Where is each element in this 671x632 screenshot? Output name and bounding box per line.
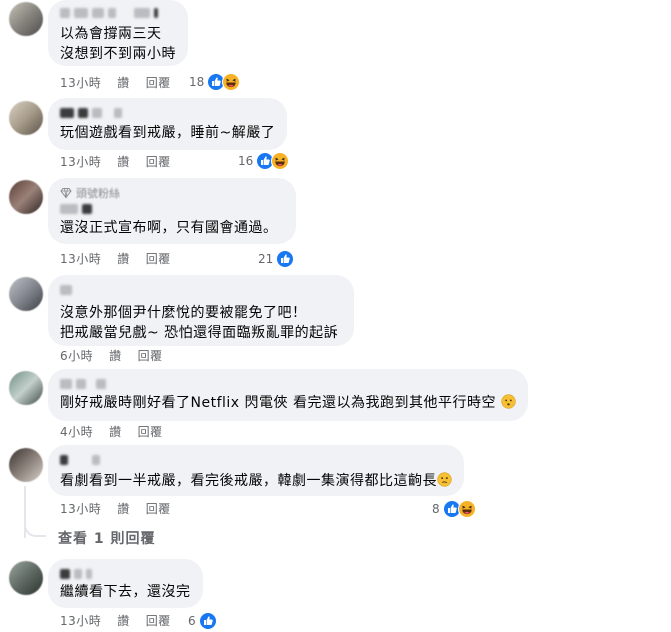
comment-bubble: 繼續看下去，還沒完 xyxy=(48,559,203,608)
avatar[interactable] xyxy=(9,101,43,135)
comment-time[interactable]: 13小時 xyxy=(60,251,101,267)
reply-button[interactable]: 回覆 xyxy=(146,613,171,629)
avatar[interactable] xyxy=(9,561,43,595)
comment-actions: 13小時 讚 回覆 xyxy=(60,501,171,517)
avatar[interactable] xyxy=(9,2,43,36)
like-button[interactable]: 讚 xyxy=(117,251,130,267)
top-fan-label: 頭號粉絲 xyxy=(76,187,120,200)
commenter-name-redacted[interactable] xyxy=(60,283,342,297)
commenter-name-redacted[interactable] xyxy=(60,453,452,467)
commenter-name-redacted[interactable] xyxy=(60,6,176,20)
like-button[interactable]: 讚 xyxy=(117,501,130,517)
comment-bubble: 以為會撐兩三天 沒想到不到兩小時 xyxy=(48,0,188,66)
comment-time[interactable]: 4小時 xyxy=(60,424,93,440)
comment-actions: 13小時 讚 回覆 xyxy=(60,613,171,629)
like-icon xyxy=(198,612,217,630)
reaction-summary[interactable]: 8 xyxy=(432,500,476,518)
comment-bubble: 頭號粉絲 還沒正式宣布啊，只有國會通過。 xyxy=(48,178,296,244)
haha-icon xyxy=(271,152,290,170)
comment-text: 還沒正式宣布啊，只有國會通過。 xyxy=(60,220,278,236)
comment-actions: 13小時 讚 回覆 xyxy=(60,154,171,170)
reaction-summary[interactable]: 6 xyxy=(188,612,217,630)
avatar[interactable] xyxy=(9,277,43,311)
comment-bubble: 玩個遊戲看到戒嚴，睡前~解嚴了 xyxy=(48,98,288,150)
commenter-name-redacted[interactable] xyxy=(60,106,275,120)
commenter-name-redacted[interactable] xyxy=(60,377,516,391)
commenter-name-redacted[interactable] xyxy=(60,202,284,216)
comment-actions: 13小時 讚 回覆 xyxy=(60,75,171,91)
like-icon xyxy=(276,250,295,268)
comment-actions: 4小時 讚 回覆 xyxy=(60,424,163,440)
like-button[interactable]: 讚 xyxy=(117,613,130,629)
avatar[interactable] xyxy=(9,180,43,214)
like-button[interactable]: 讚 xyxy=(109,348,122,364)
comment-actions: 13小時 讚 回覆 xyxy=(60,251,171,267)
comment-text: 玩個遊戲看到戒嚴，睡前~解嚴了 xyxy=(60,125,276,141)
reply-button[interactable]: 回覆 xyxy=(138,424,163,440)
reply-thread-connector xyxy=(24,523,46,537)
reply-button[interactable]: 回覆 xyxy=(146,501,171,517)
diamond-icon xyxy=(60,188,72,199)
comment-text: 剛好戒嚴時剛好看了Netflix 閃電俠 看完還以為我跑到其他平行時空 xyxy=(60,393,516,413)
reaction-count: 6 xyxy=(188,614,196,628)
view-replies-link[interactable]: 查看 1 則回覆 xyxy=(58,528,156,548)
reaction-summary[interactable]: 16 xyxy=(238,152,290,170)
comment-text: 沒意外那個尹什麼悅的要被罷免了吧！ 把戒嚴當兒戲~ 恐怕還得面臨叛亂罪的起訴 xyxy=(60,305,339,341)
reply-button[interactable]: 回覆 xyxy=(146,75,171,91)
like-button[interactable]: 讚 xyxy=(109,424,122,440)
comment-text: 以為會撐兩三天 沒想到不到兩小時 xyxy=(60,26,176,62)
reaction-count: 18 xyxy=(189,75,205,89)
reaction-count: 8 xyxy=(432,502,440,516)
comment-time[interactable]: 6小時 xyxy=(60,348,93,364)
comment-bubble: 看劇看到一半戒嚴，看完後戒嚴，韓劇一集演得都比這齣長 xyxy=(48,445,464,496)
avatar[interactable] xyxy=(9,448,43,482)
avatar[interactable] xyxy=(9,371,43,405)
reply-button[interactable]: 回覆 xyxy=(146,251,171,267)
reaction-summary[interactable]: 18 xyxy=(189,73,241,91)
reply-button[interactable]: 回覆 xyxy=(138,348,163,364)
reaction-summary[interactable]: 21 xyxy=(258,250,295,268)
worried-face-icon xyxy=(501,394,516,409)
comment-actions: 6小時 讚 回覆 xyxy=(60,348,163,364)
top-fan-badge: 頭號粉絲 xyxy=(60,186,284,200)
comment-bubble: 沒意外那個尹什麼悅的要被罷免了吧！ 把戒嚴當兒戲~ 恐怕還得面臨叛亂罪的起訴 xyxy=(48,275,354,346)
reaction-count: 16 xyxy=(238,154,254,168)
comment-time[interactable]: 13小時 xyxy=(60,154,101,170)
like-button[interactable]: 讚 xyxy=(117,154,130,170)
commenter-name-redacted[interactable] xyxy=(60,567,191,581)
comment-time[interactable]: 13小時 xyxy=(60,501,101,517)
comment-text: 繼續看下去，還沒完 xyxy=(60,584,191,600)
comment-bubble: 剛好戒嚴時剛好看了Netflix 閃電俠 看完還以為我跑到其他平行時空 xyxy=(48,369,528,421)
comment-time[interactable]: 13小時 xyxy=(60,75,101,91)
confused-face-icon xyxy=(437,472,452,487)
reaction-count: 21 xyxy=(258,252,274,266)
comment-time[interactable]: 13小時 xyxy=(60,613,101,629)
comment-section: 以為會撐兩三天 沒想到不到兩小時 13小時 讚 回覆 18 玩個遊戲看到戒嚴，睡… xyxy=(0,0,671,632)
haha-icon xyxy=(222,73,241,91)
haha-icon xyxy=(457,500,476,518)
comment-text: 看劇看到一半戒嚴，看完後戒嚴，韓劇一集演得都比這齣長 xyxy=(60,471,452,491)
reply-button[interactable]: 回覆 xyxy=(146,154,171,170)
like-button[interactable]: 讚 xyxy=(117,75,130,91)
